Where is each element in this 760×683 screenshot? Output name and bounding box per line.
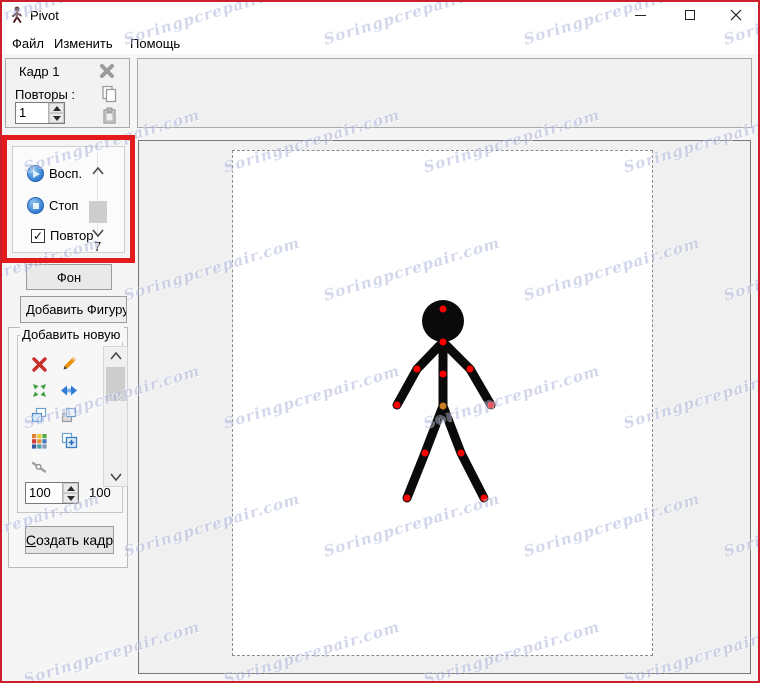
- repeats-label: Повторы :: [15, 87, 76, 102]
- create-frame-label: оздать кадр: [35, 532, 114, 548]
- menu-item-help[interactable]: Помощь: [126, 34, 184, 53]
- add-figure-accel: Д: [26, 302, 35, 317]
- close-button[interactable]: [719, 0, 753, 30]
- stop-label: Стоп: [49, 198, 79, 213]
- triangle-up-icon: [66, 485, 75, 491]
- edit-figure-button[interactable]: [60, 354, 78, 372]
- raise-layer-button[interactable]: [30, 406, 48, 424]
- duplicate-figure-button[interactable]: [60, 431, 78, 449]
- raise-layer-icon: [31, 407, 47, 423]
- figure-size-value[interactable]: 100: [26, 483, 62, 503]
- play-icon: [27, 165, 44, 182]
- repeat-checkbox[interactable]: ✓ Повтор: [31, 228, 93, 243]
- add-figure-button[interactable]: Добавить Фигуру: [20, 296, 127, 323]
- center-figure-icon: [32, 383, 46, 397]
- title-bar: Pivot: [0, 0, 760, 30]
- speed-up-button[interactable]: [89, 164, 107, 178]
- chevron-down-icon: [110, 473, 122, 482]
- join-figure-button[interactable]: [30, 458, 48, 476]
- spin-down-button[interactable]: [49, 113, 64, 123]
- add-new-figure-label: Добавить новую фигуру: [20, 327, 124, 342]
- chevron-up-icon: [92, 166, 104, 175]
- triangle-down-icon: [66, 495, 75, 501]
- background-button-label: Фон: [56, 269, 82, 285]
- frame-panel: Кадр 1 Повторы : 1: [5, 58, 130, 128]
- window-title: Pivot: [30, 8, 59, 23]
- play-label: Восп.: [49, 166, 83, 181]
- figure-size-spinner[interactable]: 100: [25, 482, 79, 504]
- spin-up-button[interactable]: [49, 103, 64, 113]
- center-figure-button[interactable]: [30, 381, 48, 399]
- size-spinner-buttons: [62, 483, 78, 503]
- chevron-down-icon: [92, 229, 104, 238]
- maximize-button[interactable]: [673, 0, 707, 30]
- minimize-icon: [634, 14, 646, 16]
- stop-square: [32, 202, 39, 209]
- play-button[interactable]: Восп.: [27, 165, 82, 182]
- lower-layer-button[interactable]: [60, 406, 78, 424]
- color-figure-icon: [31, 433, 47, 449]
- pivot-window: Pivot Файл Изменить Помощь Кадр 1 Повтор…: [0, 0, 760, 683]
- triangle-up-icon: [52, 105, 61, 111]
- figure-toolbox-panel: Добавить новую фигуру: [8, 327, 128, 568]
- repeats-spinner-buttons: [48, 103, 64, 123]
- toolbox-scroll-down-button[interactable]: [107, 470, 125, 484]
- maximize-icon: [685, 10, 695, 20]
- background-button[interactable]: Фон: [26, 264, 112, 290]
- menu-item-file[interactable]: Файл: [8, 34, 48, 53]
- flip-figure-icon: [61, 385, 77, 395]
- pivot-app-icon: [10, 6, 24, 29]
- chevron-up-icon: [110, 351, 122, 360]
- stop-button[interactable]: Стоп: [27, 197, 78, 214]
- menu-bar: Файл Изменить Помощь: [0, 30, 760, 54]
- speed-scrollbar-thumb[interactable]: [89, 201, 107, 223]
- add-figure-label: обавить Фигуру: [34, 302, 127, 317]
- close-icon: [730, 9, 742, 21]
- spin-down-button[interactable]: [63, 493, 78, 503]
- stop-icon: [27, 197, 44, 214]
- speed-down-button[interactable]: [89, 226, 107, 240]
- animation-canvas[interactable]: [138, 140, 751, 674]
- checkbox-check-icon[interactable]: ✓: [31, 228, 45, 243]
- delete-figure-icon: [31, 356, 47, 372]
- repeats-value[interactable]: 1: [16, 103, 48, 123]
- minimize-button[interactable]: [623, 0, 657, 30]
- toolbox-scrollbar[interactable]: [103, 346, 128, 487]
- play-triangle: [33, 169, 40, 178]
- delete-figure-button[interactable]: [30, 355, 48, 373]
- speed-value: 7: [94, 239, 102, 254]
- menu-item-edit[interactable]: Изменить: [50, 34, 117, 53]
- triangle-down-icon: [52, 115, 61, 121]
- copy-frame-button[interactable]: [101, 85, 118, 108]
- copy-frame-icon: [102, 85, 117, 103]
- paste-frame-button[interactable]: [101, 107, 118, 130]
- stick-figure[interactable]: [233, 151, 654, 657]
- delete-frame-icon: [100, 64, 114, 78]
- paste-frame-icon: [103, 107, 116, 124]
- duplicate-figure-icon: [61, 432, 78, 449]
- create-frame-button[interactable]: Создать кадр: [25, 526, 114, 554]
- flip-figure-button[interactable]: [60, 381, 78, 399]
- toolbox-scrollbar-thumb[interactable]: [106, 367, 125, 401]
- color-figure-button[interactable]: [30, 432, 48, 450]
- animation-page: [232, 150, 653, 656]
- frames-timeline[interactable]: [137, 58, 752, 128]
- repeat-label: Повтор: [50, 228, 94, 243]
- join-figure-icon: [31, 461, 47, 473]
- frame-label: Кадр 1: [19, 64, 60, 79]
- figure-size-static-label: 100: [89, 485, 111, 500]
- playback-panel: Восп. Стоп ✓ Повтор 7: [12, 146, 125, 254]
- edit-figure-icon: [63, 356, 76, 369]
- lower-layer-icon: [61, 407, 77, 423]
- delete-frame-button[interactable]: [98, 62, 116, 85]
- repeats-spinner[interactable]: 1: [15, 102, 65, 124]
- create-frame-accel: С: [25, 532, 36, 548]
- spin-up-button[interactable]: [63, 483, 78, 493]
- toolbox-scroll-up-button[interactable]: [107, 349, 125, 363]
